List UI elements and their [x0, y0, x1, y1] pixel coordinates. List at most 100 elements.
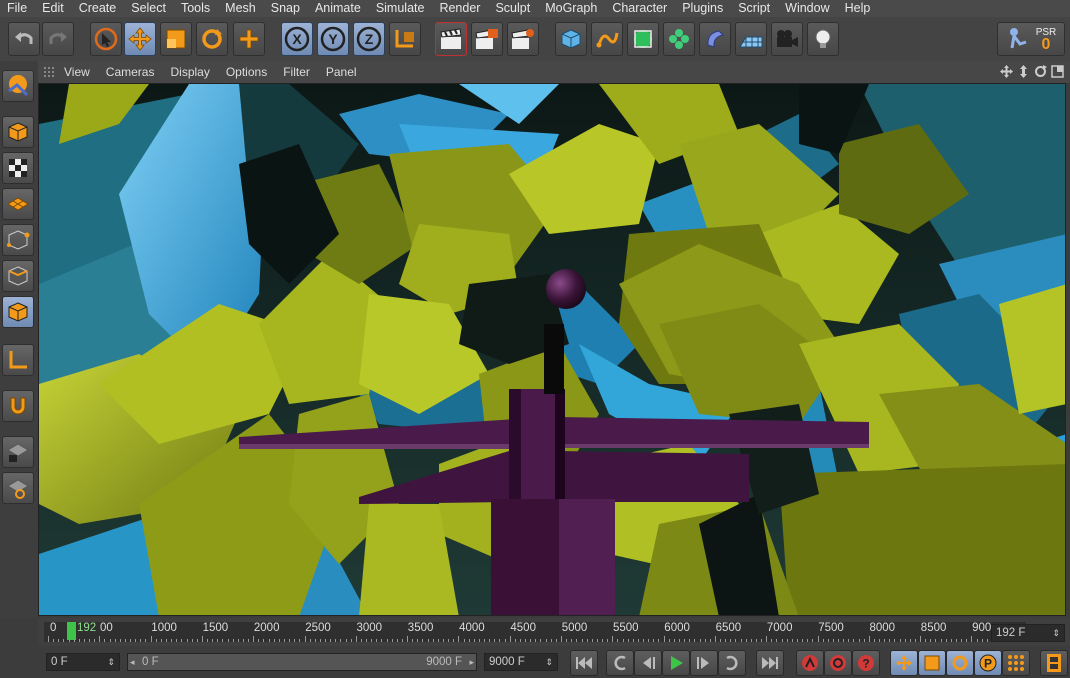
render-view-button[interactable]	[435, 22, 467, 56]
menu-mograph[interactable]: MoGraph	[538, 0, 605, 17]
workplane-lock-button[interactable]	[2, 436, 34, 468]
z-axis-lock-button[interactable]: Z	[353, 22, 385, 56]
menu-help[interactable]: Help	[838, 0, 879, 17]
viewport-menu-display[interactable]: Display	[170, 61, 209, 83]
viewport-menu-filter[interactable]: Filter	[283, 61, 310, 83]
texture-mode-button[interactable]	[2, 152, 34, 184]
redo-button[interactable]	[42, 22, 74, 56]
render-settings-button[interactable]	[507, 22, 539, 56]
menu-tools[interactable]: Tools	[174, 0, 218, 17]
menu-animate[interactable]: Animate	[308, 0, 369, 17]
left-toolbar	[0, 61, 38, 618]
coordinate-system-button[interactable]	[389, 22, 421, 56]
viewport-menu-cameras[interactable]: Cameras	[106, 61, 155, 83]
menu-select[interactable]: Select	[124, 0, 174, 17]
pan-view-icon[interactable]	[1000, 65, 1013, 78]
play-button[interactable]	[662, 650, 690, 676]
key-scale-button[interactable]	[918, 650, 946, 676]
key-rotation-button[interactable]	[946, 650, 974, 676]
workplane-mode-button[interactable]	[2, 188, 34, 220]
model-mode-button[interactable]	[2, 116, 34, 148]
frame-range-slider[interactable]: ◂ 0 F 9000 F ▸	[127, 653, 477, 671]
timeline-tick-label: 6500	[715, 622, 742, 634]
timeline-tick	[909, 639, 911, 642]
rotate-tool-button[interactable]	[196, 22, 228, 56]
menu-create[interactable]: Create	[72, 0, 125, 17]
go-to-start-button[interactable]	[570, 650, 598, 676]
timeline-tick	[376, 639, 378, 642]
timeline-ruler[interactable]: 0 192 00 1000 1500 2000 2500 3000 3500 4000 4500…	[44, 622, 1026, 642]
key-point-level-button[interactable]	[1002, 650, 1030, 676]
move-tool-button[interactable]	[124, 22, 156, 56]
menu-plugins[interactable]: Plugins	[675, 0, 731, 17]
deformer-button[interactable]	[699, 22, 731, 56]
3d-viewport[interactable]	[38, 83, 1066, 616]
timeline-tick	[591, 639, 593, 642]
floor-button[interactable]	[735, 22, 767, 56]
timeline-tick-label: 7000	[766, 622, 793, 634]
edges-mode-button[interactable]	[2, 260, 34, 292]
previous-key-button[interactable]	[606, 650, 634, 676]
zoom-view-icon[interactable]	[1017, 65, 1030, 78]
menu-script[interactable]: Script	[731, 0, 778, 17]
menu-snap[interactable]: Snap	[264, 0, 308, 17]
timeline-tick	[817, 636, 819, 642]
spline-pen-icon	[596, 32, 619, 48]
current-frame-field[interactable]: 192 F ⇕	[991, 624, 1065, 642]
make-editable-button[interactable]	[2, 70, 34, 102]
cube-object-button[interactable]	[555, 22, 587, 56]
timeline-scheme-button[interactable]	[1040, 650, 1068, 676]
timeline-tick	[904, 639, 906, 642]
next-frame-button[interactable]	[690, 650, 718, 676]
key-position-button[interactable]	[890, 650, 918, 676]
scale-tool-button[interactable]	[160, 22, 192, 56]
menu-mesh[interactable]: Mesh	[218, 0, 264, 17]
planar-workplane-button[interactable]	[2, 472, 34, 504]
subdivision-surface-button[interactable]	[627, 22, 659, 56]
polygons-mode-button[interactable]	[2, 296, 34, 328]
axis-mode-button[interactable]	[2, 344, 34, 376]
viewport-menu-panel[interactable]: Panel	[326, 61, 357, 83]
viewport-menu-view[interactable]: View	[64, 61, 90, 83]
undo-button[interactable]	[8, 22, 40, 56]
viewport-menu-options[interactable]: Options	[226, 61, 267, 83]
svg-text:?: ?	[862, 657, 869, 671]
next-key-button[interactable]	[718, 650, 746, 676]
menu-character[interactable]: Character	[605, 0, 675, 17]
start-frame-field[interactable]: 0 F ⇕	[46, 653, 120, 671]
keyframe-selection-button[interactable]: ?	[852, 650, 880, 676]
end-frame-field[interactable]: 9000 F ⇕	[484, 653, 558, 671]
psr-button[interactable]: PSR 0	[997, 22, 1065, 56]
cloner-button[interactable]	[663, 22, 695, 56]
previous-frame-button[interactable]	[634, 650, 662, 676]
playhead[interactable]	[67, 622, 76, 640]
render-to-picture-viewer-button[interactable]	[471, 22, 503, 56]
menu-render[interactable]: Render	[432, 0, 488, 17]
spline-pen-button[interactable]	[591, 22, 623, 56]
light-button[interactable]	[807, 22, 839, 56]
menu-edit[interactable]: Edit	[35, 0, 72, 17]
record-active-objects-button[interactable]	[796, 650, 824, 676]
snapping-button[interactable]	[2, 390, 34, 422]
go-to-end-button[interactable]	[756, 650, 784, 676]
rotate-view-icon[interactable]	[1034, 65, 1047, 78]
x-axis-lock-button[interactable]: X	[281, 22, 313, 56]
points-mode-button[interactable]	[2, 224, 34, 256]
autokeying-button[interactable]	[824, 650, 852, 676]
recent-tool-button[interactable]	[233, 22, 265, 56]
menu-simulate[interactable]: Simulate	[369, 0, 433, 17]
range-right-arrow-icon: ▸	[469, 657, 474, 667]
svg-text:P: P	[984, 657, 992, 671]
y-axis-lock-button[interactable]: Y	[317, 22, 349, 56]
key-parameter-button[interactable]: P	[974, 650, 1002, 676]
camera-button[interactable]	[771, 22, 803, 56]
toggle-layout-icon[interactable]	[1051, 65, 1064, 78]
live-selection-button[interactable]	[90, 22, 122, 56]
menu-window[interactable]: Window	[778, 0, 837, 17]
timeline-start-label: 0	[50, 622, 57, 634]
subdivision-icon	[634, 30, 652, 48]
timeline-tick	[668, 639, 670, 642]
timeline-tick	[663, 636, 665, 642]
menu-sculpt[interactable]: Sculpt	[488, 0, 538, 17]
menu-file[interactable]: File	[0, 0, 35, 17]
